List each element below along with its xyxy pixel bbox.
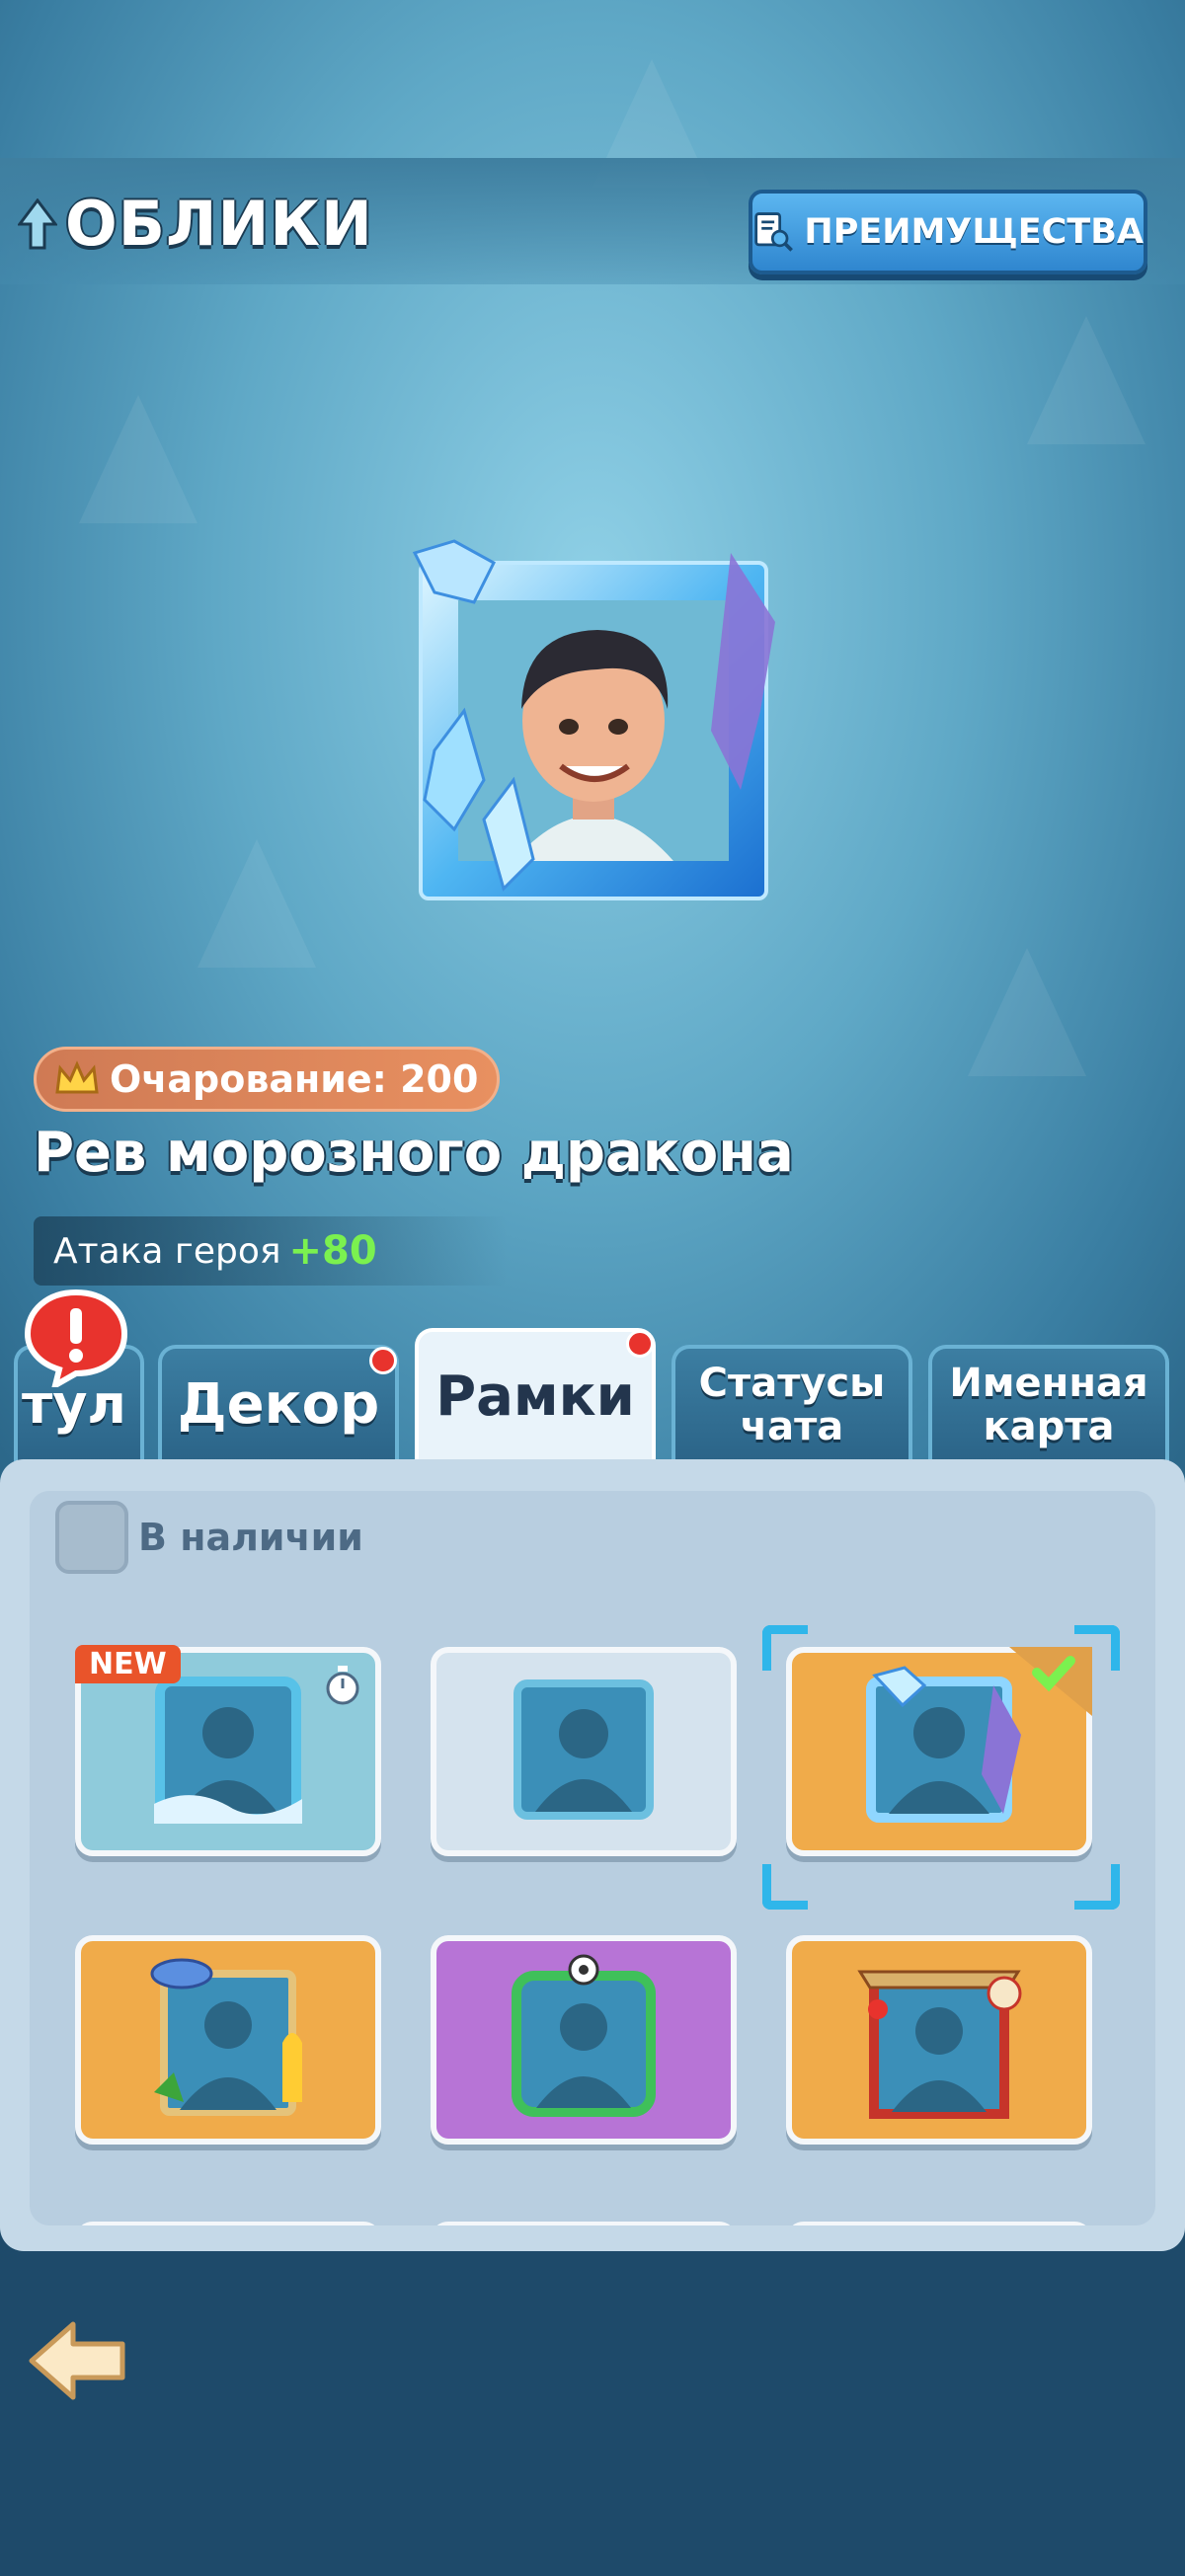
- frame-preview: [514, 1679, 654, 1824]
- background-tree: [79, 395, 198, 523]
- tree-icon: [18, 197, 57, 250]
- notification-dot: [626, 1330, 654, 1358]
- frame-preview: [154, 1676, 302, 1828]
- timer-icon: [326, 1666, 359, 1705]
- attack-bonus: Атака героя +80: [34, 1216, 508, 1286]
- charm-badge: Очарование: 200: [34, 1047, 500, 1112]
- benefits-button[interactable]: ПРЕИМУЩЕСТВА: [749, 190, 1147, 274]
- frame-preview: [855, 1666, 1023, 1837]
- tab-label: Статусы чата: [698, 1361, 886, 1449]
- availability-filter[interactable]: В наличии: [55, 1501, 363, 1574]
- page-title: ОБЛИКИ: [18, 188, 373, 260]
- back-button[interactable]: [24, 2316, 132, 2405]
- background-tree: [198, 839, 316, 968]
- frame-card-partial[interactable]: [431, 2222, 737, 2225]
- selection-corner: [1074, 1864, 1120, 1910]
- tab-frames[interactable]: Рамки: [415, 1328, 656, 1461]
- attack-label: Атака героя: [53, 1230, 281, 1272]
- page-title-text: ОБЛИКИ: [65, 188, 373, 260]
- charm-label: Очарование: 200: [110, 1057, 479, 1101]
- background-tree: [968, 948, 1086, 1076]
- tab-label: Именная карта: [949, 1361, 1148, 1449]
- frame-preview: [850, 1954, 1028, 2126]
- frame-preview: [505, 1954, 663, 2126]
- frame-card-frost-dragon[interactable]: [786, 1647, 1092, 1856]
- background-tree: [1027, 316, 1146, 444]
- attack-value: +80: [288, 1228, 377, 1274]
- benefits-button-label: ПРЕИМУЩЕСТВА: [804, 212, 1144, 252]
- frame-card-ocean[interactable]: NEW: [75, 1645, 381, 1856]
- notification-dot: [369, 1347, 397, 1374]
- availability-checkbox[interactable]: [55, 1501, 128, 1574]
- tab-decor[interactable]: Декор: [158, 1345, 399, 1461]
- availability-label: В наличии: [138, 1516, 363, 1559]
- tab-name-card[interactable]: Именная карта: [928, 1345, 1169, 1461]
- alert-icon: [22, 1288, 130, 1392]
- selected-frame-preview: [395, 533, 790, 928]
- frames-grid[interactable]: В наличии NEW: [30, 1491, 1155, 2225]
- tab-label: Рамки: [435, 1364, 635, 1429]
- selection-corner: [762, 1625, 808, 1671]
- frame-card-basic[interactable]: [431, 1647, 737, 1856]
- document-search-icon: [754, 212, 793, 252]
- frame-card-lion-dance[interactable]: [786, 1935, 1092, 2145]
- crown-icon: [55, 1060, 99, 1094]
- frame-card-football[interactable]: [431, 1935, 737, 2145]
- frame-card-partial[interactable]: [75, 2222, 381, 2225]
- frame-card-partial[interactable]: [786, 2222, 1092, 2225]
- tab-chat-statuses[interactable]: Статусы чата: [672, 1345, 912, 1461]
- back-arrow-icon: [29, 2321, 125, 2400]
- selection-corner: [762, 1864, 808, 1910]
- skin-name: Рев морозного дракона: [34, 1121, 794, 1185]
- frame-preview: [144, 1954, 312, 2126]
- selection-corner: [1074, 1625, 1120, 1671]
- frame-card-ufo[interactable]: [75, 1935, 381, 2145]
- tab-label: Декор: [177, 1372, 380, 1438]
- new-badge: NEW: [75, 1645, 181, 1683]
